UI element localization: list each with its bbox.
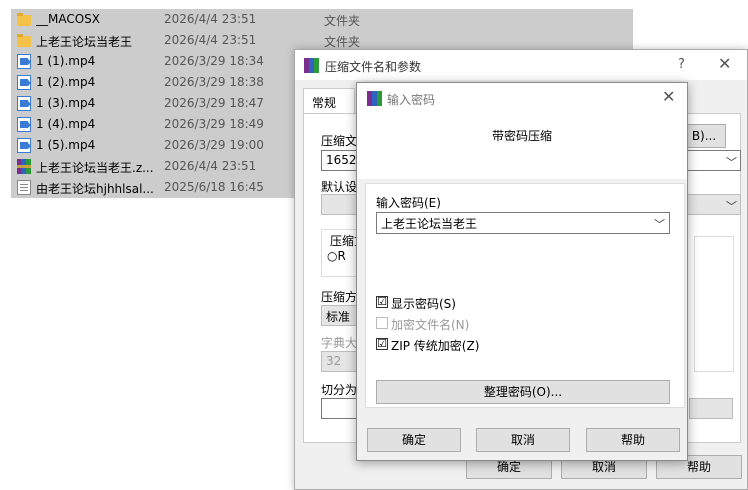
video-file-icon: [17, 117, 31, 132]
password-value: 上老王论坛当老王: [381, 217, 478, 231]
file-date: 2026/4/4 23:51: [164, 12, 257, 26]
split-dropdown[interactable]: [689, 398, 733, 419]
browse-button[interactable]: B)...: [682, 124, 726, 148]
dictionary-label: 字典大: [321, 336, 358, 350]
file-name: 1 (5).mp4: [36, 138, 96, 152]
method-label: 压缩方: [321, 290, 358, 304]
file-date: 2026/3/29 18:47: [164, 96, 264, 110]
file-date: 2026/4/4 23:51: [164, 33, 257, 47]
file-type: 文件夹: [324, 35, 361, 49]
archive-file-icon: [17, 159, 31, 174]
file-date: 2025/6/18 16:45: [164, 180, 264, 194]
video-file-icon: [17, 54, 31, 69]
help-icon[interactable]: ?: [678, 57, 685, 72]
chevron-down-icon[interactable]: ﹀: [654, 216, 665, 232]
dialog-titlebar: 压缩文件名和参数 ? ✕: [295, 50, 747, 80]
file-row[interactable]: 上老王论坛当老王 2026/4/4 23:51 文件夹: [11, 30, 633, 51]
file-name: 上老王论坛当老王: [36, 35, 133, 49]
checkbox-box[interactable]: ☑: [376, 296, 388, 308]
format-radio-label: R: [337, 249, 346, 263]
folder-icon: [17, 12, 31, 27]
password-group: 输入密码(E) 上老王论坛当老王 ﹀ ☑ 显示密码(S) 加密文件名(N) ☑ …: [365, 183, 685, 408]
cancel-button[interactable]: 取消: [476, 428, 570, 452]
file-date: 2026/3/29 18:38: [164, 75, 264, 89]
video-file-icon: [17, 75, 31, 90]
checkbox-box[interactable]: [376, 317, 388, 329]
split-label: 切分为: [321, 383, 358, 397]
file-date: 2026/3/29 18:49: [164, 117, 264, 131]
help-button[interactable]: 帮助: [586, 428, 680, 452]
dialog-heading: 带密码压缩: [491, 129, 552, 143]
close-icon[interactable]: ✕: [718, 54, 731, 73]
file-name: 1 (1).mp4: [36, 54, 96, 68]
organize-passwords-button[interactable]: 整理密码(O)...: [376, 380, 670, 404]
dialog-title: 压缩文件名和参数: [325, 60, 422, 74]
folder-icon: [17, 33, 31, 48]
ok-button[interactable]: 确定: [367, 428, 461, 452]
file-name: 1 (3).mp4: [36, 96, 96, 110]
dictionary-value: 32: [326, 354, 342, 368]
winrar-icon: [367, 91, 382, 106]
checkbox-label: ZIP 传统加密(Z): [391, 339, 480, 353]
file-name: __MACOSX: [36, 12, 101, 26]
winrar-icon: [304, 58, 319, 73]
chevron-down-icon: ﹀: [726, 156, 737, 169]
password-input[interactable]: 上老王论坛当老王 ﹀: [376, 212, 670, 234]
dialog-title: 输入密码: [387, 93, 436, 107]
archive-name-label: 压缩文: [321, 134, 358, 148]
file-type: 文件夹: [324, 14, 361, 28]
file-date: 2026/4/4 23:51: [164, 159, 257, 173]
checkbox-box[interactable]: ☑: [376, 338, 388, 350]
file-name: 1 (2).mp4: [36, 75, 96, 89]
file-date: 2026/3/29 18:34: [164, 54, 264, 68]
file-row[interactable]: __MACOSX 2026/4/4 23:51 文件夹: [11, 9, 633, 30]
file-name: 1 (4).mp4: [36, 117, 96, 131]
password-dialog: 输入密码 ✕ 带密码压缩 输入密码(E) 上老王论坛当老王 ﹀ ☑ 显示密码(S…: [356, 82, 688, 461]
checkbox-label: 加密文件名(N): [391, 318, 470, 332]
options-box: [694, 236, 734, 372]
method-value: 标准: [326, 310, 351, 324]
tab-general[interactable]: 常规: [303, 88, 355, 114]
file-date: 2026/3/29 19:00: [164, 138, 264, 152]
video-file-icon: [17, 96, 31, 111]
dialog-header: 带密码压缩: [357, 113, 687, 179]
chevron-down-icon: ﹀: [726, 200, 737, 213]
checkbox-label: 显示密码(S): [391, 297, 456, 311]
screen: __MACOSX 2026/4/4 23:51 文件夹 上老王论坛当老王 202…: [0, 0, 748, 490]
dialog-titlebar: 输入密码 ✕: [357, 83, 687, 113]
text-file-icon: [17, 180, 31, 195]
password-label: 输入密码(E): [376, 196, 441, 210]
format-radio[interactable]: ○R: [327, 249, 346, 263]
video-file-icon: [17, 138, 31, 153]
file-name: 上老王论坛当老王.z...: [36, 161, 154, 175]
default-profile-label: 默认设: [321, 180, 358, 194]
close-icon[interactable]: ✕: [662, 87, 675, 106]
file-name: 由老王论坛hjhhlsal...: [36, 182, 154, 196]
